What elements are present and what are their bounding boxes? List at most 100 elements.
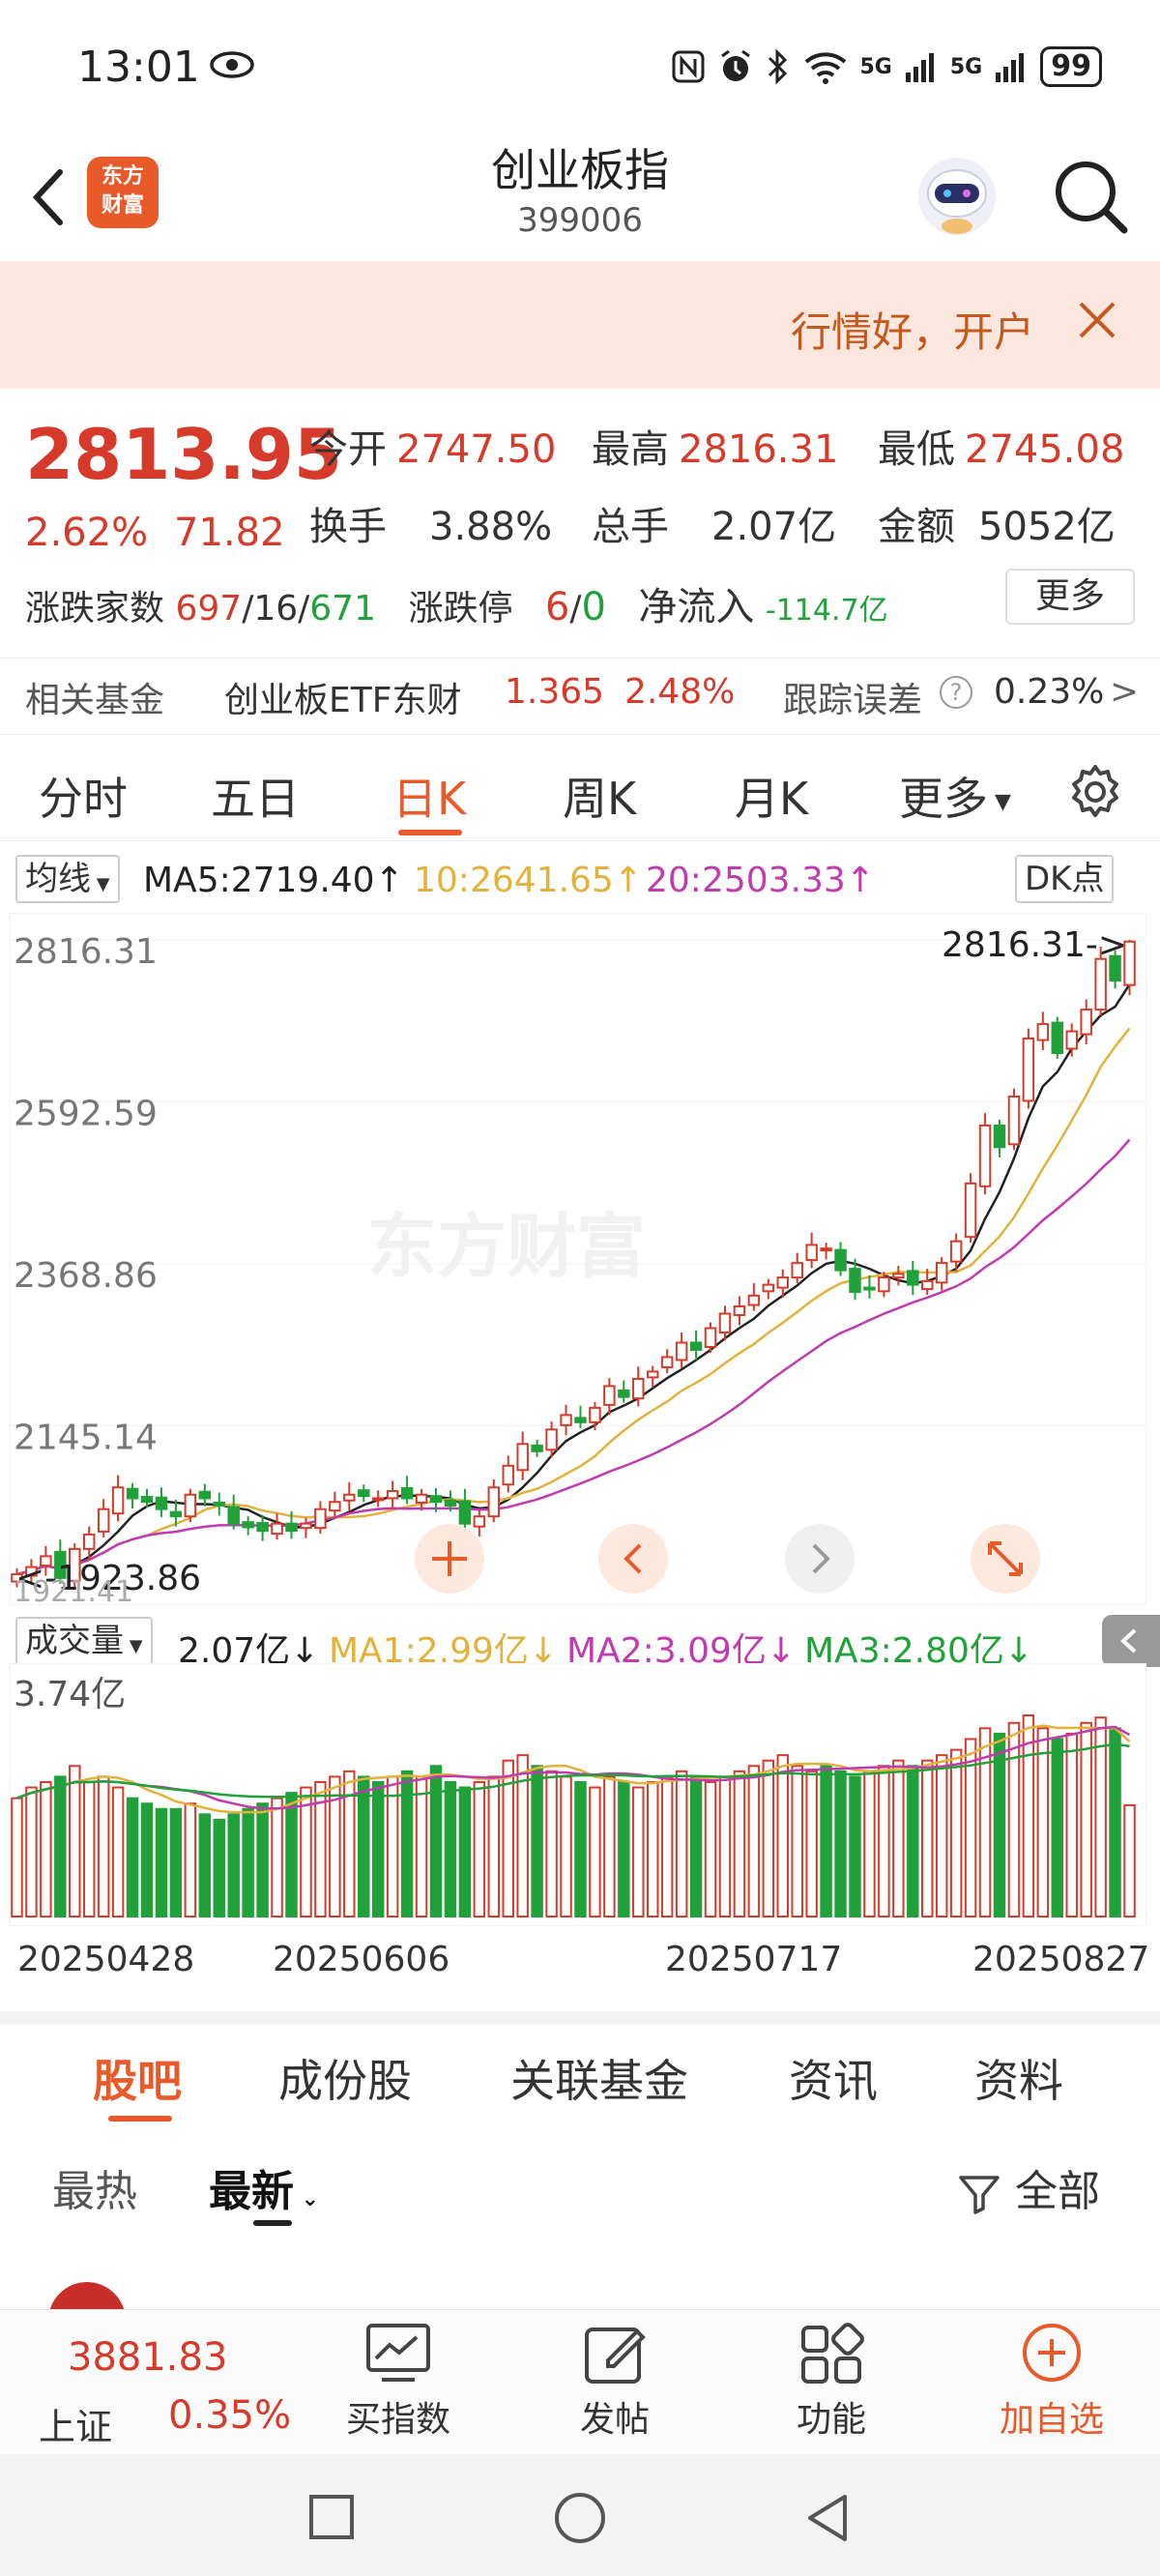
tab-intraday[interactable]: 分时: [39, 764, 128, 828]
scroll-right-button[interactable]: [785, 1524, 855, 1594]
home-icon[interactable]: [553, 2491, 607, 2545]
candle: [718, 1312, 732, 1334]
volume-bar: [921, 1759, 934, 1917]
tab-five-day[interactable]: 五日: [211, 764, 300, 828]
system-navigation-bar: [0, 2454, 1160, 2576]
chart-up-icon: [366, 2324, 430, 2382]
tab-daily-k[interactable]: 日K: [392, 764, 466, 828]
volume-bar: [689, 1775, 703, 1918]
volume-bar: [473, 1780, 486, 1917]
candle: [111, 1486, 125, 1515]
candle: [256, 1521, 269, 1533]
nav-post[interactable]: 发帖: [537, 2322, 692, 2442]
index-ticker-name[interactable]: 上证: [39, 2397, 112, 2450]
post-avatar[interactable]: [48, 2282, 126, 2311]
promo-banner[interactable]: 行情好，开户: [0, 261, 1160, 389]
filter-newest[interactable]: 最新 ⌄: [209, 2156, 319, 2218]
post-filter: 最热 最新 ⌄ 全部: [0, 2131, 1160, 2238]
tab-weekly-k[interactable]: 周K: [563, 764, 636, 828]
tab-related-funds[interactable]: 关联基金: [510, 2046, 688, 2110]
candle: [1094, 957, 1107, 1011]
tab-news[interactable]: 资讯: [789, 2046, 878, 2110]
volume-bar: [618, 1780, 630, 1917]
wifi-icon: [804, 52, 846, 84]
y-tick-label: 2368.86: [14, 1256, 158, 1296]
volume-bar: [704, 1780, 717, 1917]
tab-monthly-k[interactable]: 月K: [735, 764, 808, 828]
content-tabs: 股吧 成份股 关联基金 资讯 资料: [0, 2011, 1160, 2122]
volume-bar: [1007, 1721, 1021, 1917]
related-fund-row[interactable]: 相关基金 创业板ETF东财 1.365 2.48% 跟踪误差 ? 0.23% >: [0, 658, 1160, 735]
signal-icon: [905, 53, 934, 82]
robot-assistant-icon[interactable]: [914, 153, 1000, 240]
candle: [1007, 1095, 1021, 1146]
volume-bar: [1065, 1732, 1078, 1917]
nav-function[interactable]: 功能: [754, 2322, 909, 2442]
volume-bar: [213, 1818, 225, 1917]
candle: [993, 1124, 1006, 1149]
dk-point-button[interactable]: DK点: [1015, 855, 1115, 903]
filter-hot[interactable]: 最热: [52, 2156, 137, 2218]
tab-profile[interactable]: 资料: [974, 2046, 1063, 2110]
volume-bar: [878, 1765, 890, 1917]
volume-bar: [935, 1754, 948, 1918]
candlestick-chart[interactable]: 东方财富 2816.31 2592.59 2368.86 2145.14 2816.3…: [10, 913, 1146, 1605]
tracking-error-value: 0.23%: [994, 672, 1105, 712]
more-button[interactable]: 更多: [1005, 569, 1135, 625]
recent-apps-icon[interactable]: [307, 2493, 356, 2541]
candle: [271, 1522, 283, 1536]
candle: [400, 1486, 414, 1500]
candle: [618, 1389, 630, 1398]
fund-name[interactable]: 创业板ETF东财: [224, 672, 461, 722]
volume-bar: [126, 1797, 139, 1918]
volume-bar: [97, 1775, 110, 1918]
chevron-right-icon[interactable]: >: [1110, 672, 1139, 712]
candle: [589, 1406, 601, 1423]
back-icon[interactable]: [802, 2491, 853, 2545]
volume-bar: [400, 1770, 414, 1917]
change-percent: 2.62%: [25, 511, 149, 555]
fund-price: 1.365: [505, 672, 605, 712]
help-icon[interactable]: ?: [940, 676, 972, 709]
y-tick-label: 2816.31: [14, 932, 158, 972]
search-icon[interactable]: [1049, 155, 1132, 238]
nav-add-watchlist[interactable]: 加自选: [974, 2322, 1129, 2442]
alarm-icon: [720, 49, 750, 81]
y-tick-label: 2592.59: [14, 1094, 158, 1133]
tab-constituents[interactable]: 成份股: [278, 2046, 412, 2110]
settings-gear-icon[interactable]: [1067, 764, 1123, 820]
index-ticker-pct[interactable]: 0.35%: [168, 2393, 291, 2438]
scroll-left-button[interactable]: [598, 1524, 668, 1594]
volume-bar: [11, 1797, 23, 1918]
ma20-value: 20:2503.33↑: [646, 861, 875, 900]
volume-chart[interactable]: 3.74亿: [10, 1663, 1146, 1926]
candle: [820, 1247, 832, 1252]
candle: [343, 1493, 356, 1502]
network-label-2: 5G: [949, 54, 983, 79]
volume-selector[interactable]: 成交量 ▼: [15, 1617, 153, 1665]
tab-more[interactable]: 更多 ▼: [899, 764, 1011, 828]
volume-bar: [892, 1759, 905, 1917]
volume-bar: [1036, 1727, 1050, 1917]
volume-bar: [1051, 1738, 1064, 1918]
banner-text[interactable]: 行情好，开户: [791, 300, 1034, 359]
volume-bar: [415, 1775, 428, 1918]
volume-bar: [111, 1786, 125, 1917]
volume-bar: [169, 1807, 183, 1917]
collapse-panel-button[interactable]: [1102, 1615, 1160, 1667]
nav-buy-index[interactable]: 买指数: [321, 2322, 476, 2442]
funnel-icon: [959, 2176, 1000, 2214]
close-icon[interactable]: [1073, 296, 1121, 344]
filter-all[interactable]: 全部: [957, 2156, 1100, 2218]
volume-bar: [82, 1780, 96, 1917]
candle: [776, 1276, 789, 1289]
tab-forum[interactable]: 股吧: [93, 2046, 182, 2110]
volume-bar: [371, 1780, 385, 1917]
plus-circle-icon: [1023, 2324, 1081, 2382]
indicator-selector[interactable]: 均线 ▼: [15, 855, 120, 903]
candle: [964, 1182, 977, 1239]
high-field: 最高 2816.31: [592, 427, 839, 472]
index-ticker-value[interactable]: 3881.83: [68, 2335, 227, 2380]
volume-bar: [155, 1807, 168, 1917]
volume-bar: [776, 1754, 789, 1918]
